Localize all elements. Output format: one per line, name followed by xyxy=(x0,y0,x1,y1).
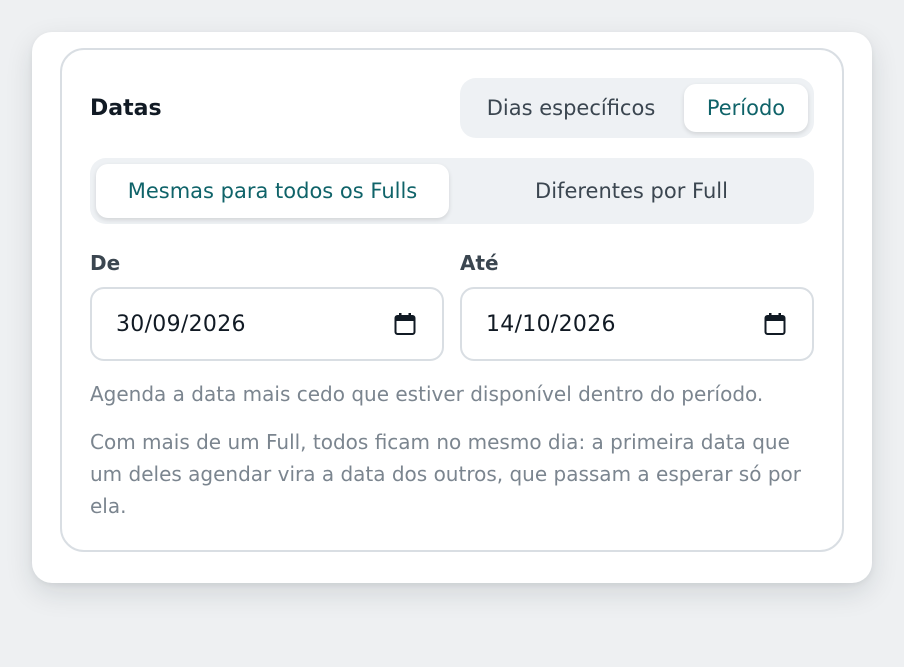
from-label: De xyxy=(90,251,121,275)
from-date-value: 30/09/2026 xyxy=(116,311,246,337)
help-text-multiple-fulls: Com mais de um Full, todos ficam no mesm… xyxy=(90,430,801,518)
toggle-period[interactable]: Período xyxy=(684,84,808,132)
dates-panel: Datas Dias específicos Período Mesmas pa… xyxy=(32,32,872,583)
toggle-same-for-all-fulls[interactable]: Mesmas para todos os Fulls xyxy=(96,164,449,218)
calendar-icon[interactable] xyxy=(394,312,416,336)
calendar-icon[interactable] xyxy=(764,312,786,336)
from-date-input[interactable]: 30/09/2026 xyxy=(90,287,444,361)
full-mode-toggle: Mesmas para todos os Fulls Diferentes po… xyxy=(90,158,814,224)
dates-section-card: Datas Dias específicos Período Mesmas pa… xyxy=(60,48,844,552)
to-date-value: 14/10/2026 xyxy=(486,311,616,337)
date-type-toggle: Dias específicos Período xyxy=(460,78,814,138)
toggle-specific-days[interactable]: Dias específicos xyxy=(468,84,674,132)
to-label: Até xyxy=(460,251,499,275)
to-date-input[interactable]: 14/10/2026 xyxy=(460,287,814,361)
section-title: Datas xyxy=(90,96,162,121)
help-text-earliest-date: Agenda a data mais cedo que estiver disp… xyxy=(90,382,764,406)
toggle-different-per-full[interactable]: Diferentes por Full xyxy=(455,164,808,218)
